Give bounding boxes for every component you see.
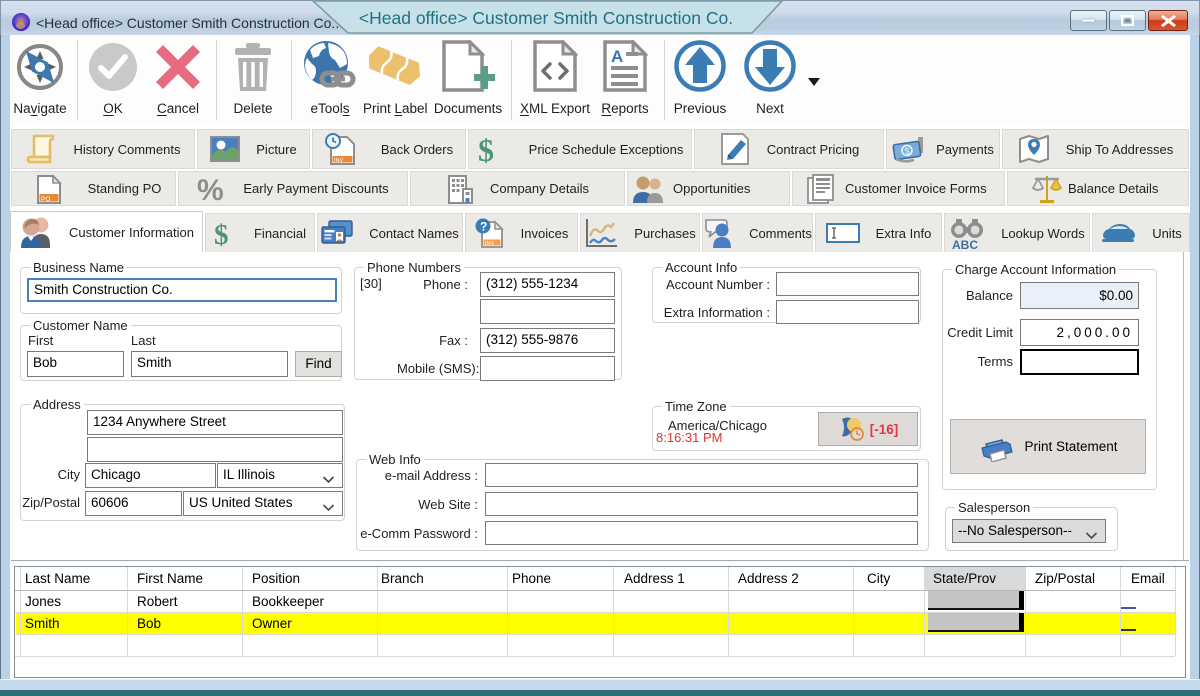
svg-text:$: $: [214, 219, 229, 248]
svg-text:A: A: [611, 47, 623, 66]
svg-text:INV: INV: [334, 158, 344, 164]
svg-text:PO: PO: [41, 196, 50, 203]
svg-text:%: %: [197, 174, 224, 205]
svg-text:?: ?: [480, 220, 487, 234]
svg-text:INV: INV: [485, 241, 495, 247]
svg-text:ABC: ABC: [952, 238, 978, 249]
svg-text:$: $: [478, 132, 494, 166]
